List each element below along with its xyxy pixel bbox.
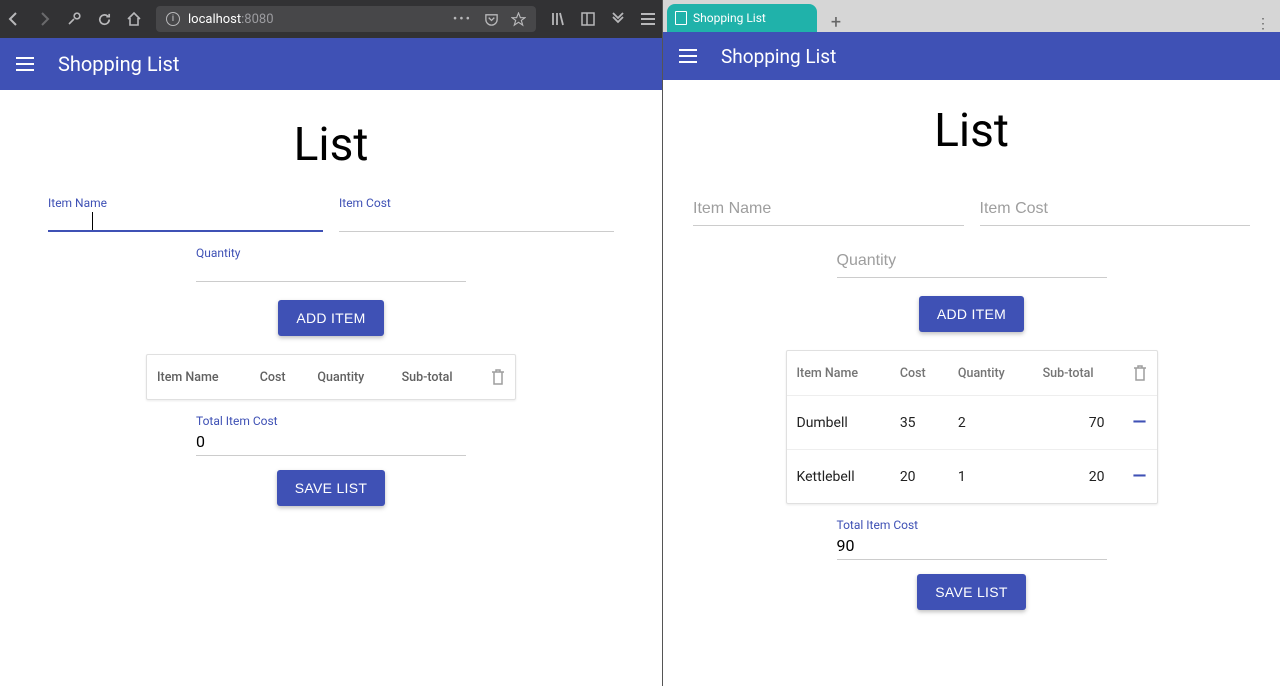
hamburger-icon[interactable] [16, 57, 34, 71]
home-button[interactable] [126, 11, 142, 27]
item-cost-label: Item Cost [339, 196, 391, 210]
url-port: :8080 [241, 12, 273, 27]
items-table-card: Item Name Cost Quantity Sub-total [146, 354, 516, 400]
new-tab-button[interactable]: + [823, 12, 849, 32]
bookmark-star-icon[interactable] [511, 12, 526, 27]
item-cost-field[interactable] [980, 192, 1251, 226]
items-table-card: Item Name Cost Quantity Sub-total Dumbel… [786, 350, 1158, 504]
tab-title: Shopping List [693, 11, 766, 25]
chrome-menu-icon[interactable]: ⋮ [1252, 16, 1274, 32]
items-table: Item Name Cost Quantity Sub-total [147, 355, 515, 399]
total-label: Total Item Cost [196, 414, 466, 428]
tab-document-icon [675, 11, 687, 25]
cell-sub: 70 [1033, 396, 1123, 450]
item-cost-input[interactable] [980, 192, 1251, 226]
more-icon[interactable]: ••• [453, 12, 472, 27]
total-value: 0 [196, 432, 466, 456]
th-sub: Sub-total [392, 355, 481, 399]
quantity-field[interactable]: Quantity [196, 250, 466, 282]
library-icon[interactable] [550, 11, 566, 27]
save-list-button[interactable]: SAVE LIST [917, 574, 1025, 610]
th-cost: Cost [250, 355, 308, 399]
menu-icon[interactable] [640, 12, 656, 26]
quantity-field[interactable] [837, 244, 1107, 278]
item-name-label: Item Name [48, 196, 107, 210]
th-delete [1123, 351, 1157, 396]
th-delete [481, 355, 515, 399]
cell-remove: — [1123, 450, 1157, 504]
info-icon[interactable]: i [166, 12, 180, 26]
text-cursor [92, 212, 93, 230]
th-sub: Sub-total [1033, 351, 1123, 396]
chrome-tabstrip: Shopping List + ⋮ [663, 0, 1280, 32]
th-cost: Cost [890, 351, 948, 396]
app-bar: Shopping List [663, 32, 1280, 80]
sidebar-icon[interactable] [580, 11, 596, 27]
total-value: 90 [837, 536, 1107, 560]
total-section: Total Item Cost 90 [837, 518, 1107, 560]
cell-name: Kettlebell [787, 450, 890, 504]
pocket-icon[interactable] [484, 12, 499, 27]
remove-row-icon[interactable]: — [1133, 412, 1147, 433]
table-row: Dumbell35270 — [787, 396, 1157, 450]
item-name-field[interactable] [693, 192, 964, 226]
quantity-input[interactable] [837, 244, 1107, 278]
page-heading: List [48, 118, 614, 172]
quantity-label: Quantity [196, 246, 240, 260]
add-item-button[interactable]: ADD ITEM [919, 296, 1024, 332]
item-name-input[interactable] [693, 192, 964, 226]
add-item-button[interactable]: ADD ITEM [278, 300, 383, 336]
save-list-button[interactable]: SAVE LIST [277, 470, 385, 506]
th-qty: Quantity [948, 351, 1033, 396]
devtools-icon[interactable] [66, 11, 82, 27]
app-title: Shopping List [721, 45, 836, 68]
back-button[interactable] [6, 11, 22, 27]
th-qty: Quantity [307, 355, 391, 399]
item-name-field[interactable]: Item Name [48, 200, 323, 232]
cell-name: Dumbell [787, 396, 890, 450]
trash-icon[interactable] [491, 369, 505, 385]
table-row: Kettlebell20120— [787, 450, 1157, 504]
page-heading: List [693, 104, 1250, 158]
cell-cost: 35 [890, 396, 948, 450]
cell-cost: 20 [890, 450, 948, 504]
firefox-toolbar: i localhost:8080 ••• [0, 0, 662, 38]
url-host: localhost [188, 12, 241, 27]
overflow-icon[interactable] [610, 11, 626, 27]
item-cost-field[interactable]: Item Cost [339, 200, 614, 232]
th-item-name: Item Name [147, 355, 250, 399]
th-item-name: Item Name [787, 351, 890, 396]
total-section: Total Item Cost 0 [196, 414, 466, 456]
cell-remove: — [1123, 396, 1157, 450]
app-title: Shopping List [58, 52, 179, 76]
reload-button[interactable] [96, 11, 112, 27]
hamburger-icon[interactable] [679, 49, 697, 63]
items-table: Item Name Cost Quantity Sub-total Dumbel… [787, 351, 1157, 503]
total-label: Total Item Cost [837, 518, 1107, 532]
browser-tab[interactable]: Shopping List [667, 4, 817, 32]
trash-icon[interactable] [1133, 365, 1147, 381]
remove-row-icon[interactable]: — [1133, 466, 1147, 487]
url-bar[interactable]: i localhost:8080 ••• [156, 6, 536, 32]
app-bar: Shopping List [0, 38, 662, 90]
forward-button[interactable] [36, 11, 52, 27]
cell-qty: 2 [948, 396, 1033, 450]
cell-sub: 20 [1033, 450, 1123, 504]
cell-qty: 1 [948, 450, 1033, 504]
